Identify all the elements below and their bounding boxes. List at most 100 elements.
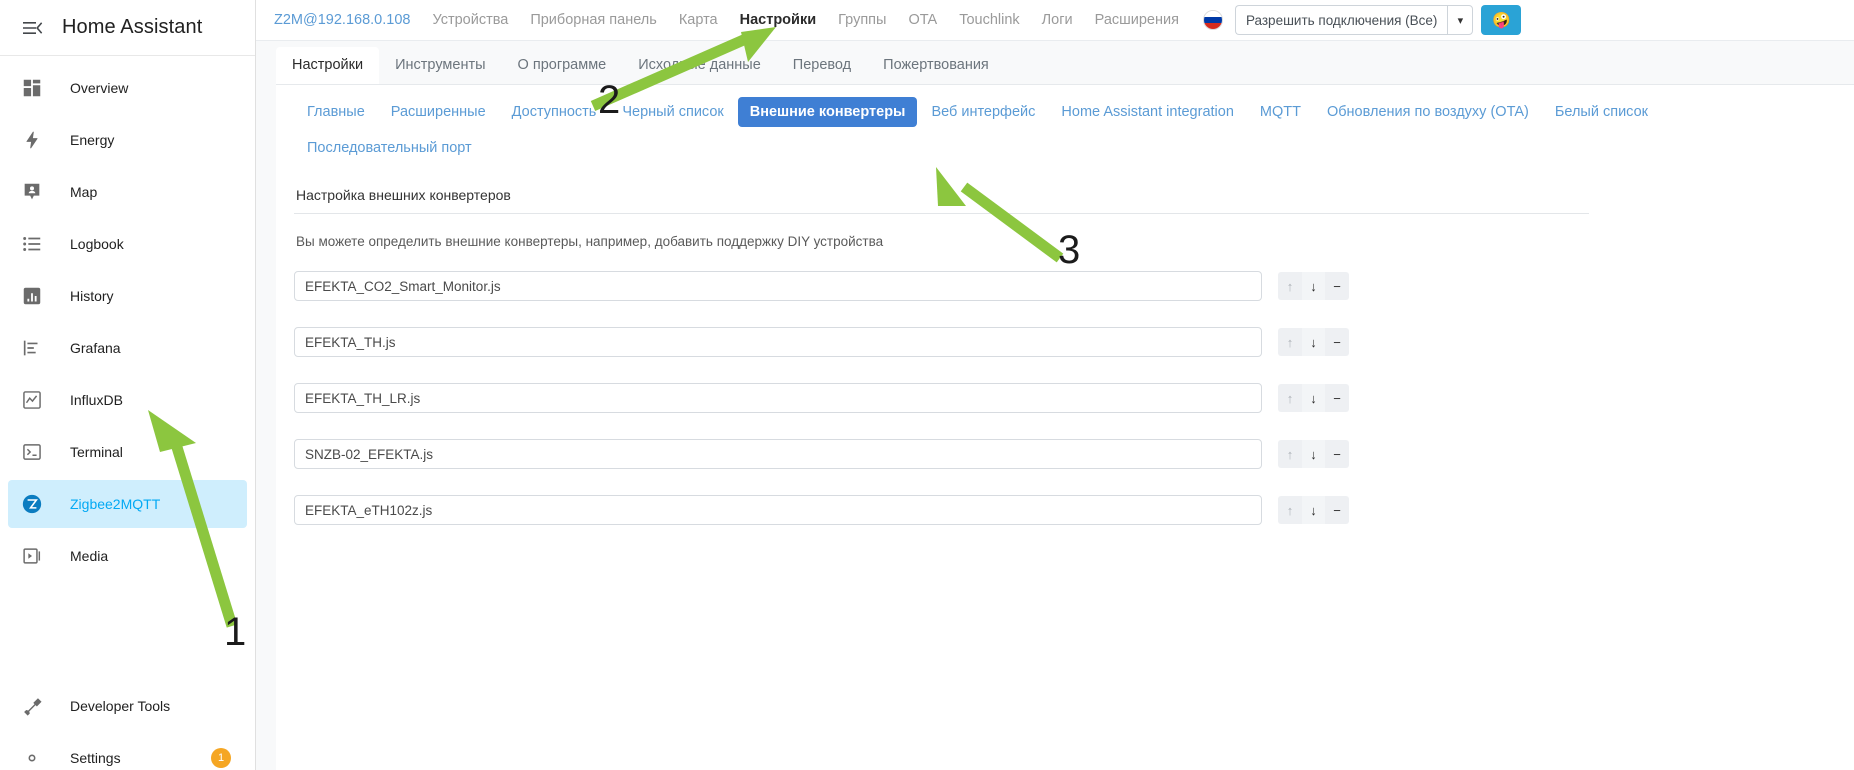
subtab-frontend[interactable]: Веб интерфейс — [919, 97, 1047, 127]
remove-button[interactable]: − — [1325, 272, 1349, 300]
tab-about[interactable]: О программе — [502, 47, 623, 84]
sidebar-item-energy[interactable]: Energy — [8, 116, 247, 164]
nav-link-extensions[interactable]: Расширения — [1095, 12, 1179, 28]
converter-row: SNZB-02_EFEKTA.js ↑ ↓ − — [294, 439, 1836, 469]
nav-link-ota[interactable]: OTA — [908, 12, 937, 28]
subtab-availability[interactable]: Доступность — [500, 97, 609, 127]
sidebar-item-label: Terminal — [70, 444, 123, 460]
converter-input[interactable]: EFEKTA_eTH102z.js — [294, 495, 1262, 525]
view-dashboard-icon — [20, 76, 44, 100]
menu-close-icon[interactable] — [10, 6, 54, 50]
move-down-button[interactable]: ↓ — [1302, 496, 1325, 524]
sidebar-item-media[interactable]: Media — [8, 532, 247, 580]
subtab-blacklist[interactable]: Черный список — [610, 97, 735, 127]
sidebar-nav-list: Overview Energy Map Logbook History Graf… — [0, 56, 255, 770]
converter-row-actions: ↑ ↓ − — [1278, 440, 1349, 468]
primary-tabs: Настройки Инструменты О программе Исходн… — [276, 41, 1854, 85]
subtab-serial-port[interactable]: Последовательный порт — [295, 133, 484, 163]
chart-box-icon — [20, 284, 44, 308]
move-down-button[interactable]: ↓ — [1302, 384, 1325, 412]
sidebar-title: Home Assistant — [62, 16, 203, 38]
permit-join-button[interactable]: Разрешить подключения (Все) — [1234, 5, 1448, 35]
nav-link-settings[interactable]: Настройки — [740, 12, 817, 28]
sidebar-item-grafana[interactable]: Grafana — [8, 324, 247, 372]
chart-timeline-icon — [20, 336, 44, 360]
remove-button[interactable]: − — [1325, 328, 1349, 356]
converter-input[interactable]: EFEKTA_TH_LR.js — [294, 383, 1262, 413]
move-up-button[interactable]: ↑ — [1278, 384, 1302, 412]
sidebar-item-label: Overview — [70, 80, 129, 96]
hammer-wrench-icon — [20, 694, 44, 718]
sidebar-item-developer-tools[interactable]: Developer Tools — [8, 682, 247, 730]
app-root: Home Assistant Overview Energy Map Logbo… — [0, 0, 1854, 770]
tab-donations[interactable]: Пожертвования — [867, 47, 1005, 84]
tab-tools[interactable]: Инструменты — [379, 47, 501, 84]
sidebar-item-map[interactable]: Map — [8, 168, 247, 216]
subtab-mqtt[interactable]: MQTT — [1248, 97, 1313, 127]
sidebar-item-history[interactable]: History — [8, 272, 247, 320]
nav-link-groups[interactable]: Группы — [838, 12, 886, 28]
converter-row: EFEKTA_CO2_Smart_Monitor.js ↑ ↓ − — [294, 271, 1836, 301]
chevron-down-icon[interactable]: ▾ — [1447, 5, 1474, 35]
move-up-button[interactable]: ↑ — [1278, 272, 1302, 300]
russia-flag-icon[interactable] — [1202, 10, 1223, 30]
converter-row-actions: ↑ ↓ − — [1278, 272, 1349, 300]
play-box-icon — [20, 544, 44, 568]
move-down-button[interactable]: ↓ — [1302, 440, 1325, 468]
remove-button[interactable]: − — [1325, 384, 1349, 412]
sidebar: Home Assistant Overview Energy Map Logbo… — [0, 0, 256, 770]
tab-translate[interactable]: Перевод — [777, 47, 867, 84]
page-body: Настройки Инструменты О программе Исходн… — [256, 41, 1854, 770]
sidebar-item-logbook[interactable]: Logbook — [8, 220, 247, 268]
move-up-button[interactable]: ↑ — [1278, 496, 1302, 524]
converter-row: EFEKTA_TH_LR.js ↑ ↓ − — [294, 383, 1836, 413]
converter-row: EFEKTA_eTH102z.js ↑ ↓ − — [294, 495, 1836, 525]
move-down-button[interactable]: ↓ — [1302, 272, 1325, 300]
subtab-external-converters[interactable]: Внешние конвертеры — [737, 97, 918, 127]
tab-settings[interactable]: Настройки — [276, 47, 380, 84]
remove-button[interactable]: − — [1325, 496, 1349, 524]
emoji-button[interactable]: 🤪 — [1481, 5, 1522, 35]
subtab-advanced[interactable]: Расширенные — [379, 97, 498, 127]
external-converters-section: Настройка внешних конвертеров Вы можете … — [276, 169, 1854, 525]
sidebar-item-label: Zigbee2MQTT — [70, 496, 161, 512]
lightning-bolt-icon — [20, 128, 44, 152]
tab-raw-data[interactable]: Исходные данные — [622, 47, 777, 84]
section-title: Настройка внешних конвертеров — [296, 187, 511, 203]
z2m-brand-link[interactable]: Z2M@192.168.0.108 — [274, 12, 410, 28]
nav-link-dashboard[interactable]: Приборная панель — [530, 12, 657, 28]
converter-row: EFEKTA_TH.js ↑ ↓ − — [294, 327, 1836, 357]
converter-row-actions: ↑ ↓ − — [1278, 384, 1349, 412]
sidebar-item-influxdb[interactable]: InfluxDB — [8, 376, 247, 424]
chart-line-icon — [20, 388, 44, 412]
sidebar-item-zigbee2mqtt[interactable]: Zigbee2MQTT — [8, 480, 247, 528]
sidebar-item-overview[interactable]: Overview — [8, 64, 247, 112]
sidebar-item-settings[interactable]: Settings 1 — [8, 734, 247, 770]
nav-link-map[interactable]: Карта — [679, 12, 718, 28]
converter-input[interactable]: SNZB-02_EFEKTA.js — [294, 439, 1262, 469]
status-badge: 1 — [211, 748, 231, 768]
cog-icon — [20, 746, 44, 770]
move-up-button[interactable]: ↑ — [1278, 440, 1302, 468]
nav-link-devices[interactable]: Устройства — [432, 12, 508, 28]
main-content: Z2M@192.168.0.108 Устройства Приборная п… — [256, 0, 1854, 770]
remove-button[interactable]: − — [1325, 440, 1349, 468]
subtab-whitelist[interactable]: Белый список — [1543, 97, 1660, 127]
nav-link-logs[interactable]: Логи — [1042, 12, 1073, 28]
move-down-button[interactable]: ↓ — [1302, 328, 1325, 356]
console-icon — [20, 440, 44, 464]
content-card: Настройки Инструменты О программе Исходн… — [276, 41, 1854, 770]
sidebar-item-terminal[interactable]: Terminal — [8, 428, 247, 476]
subtab-main[interactable]: Главные — [295, 97, 377, 127]
sidebar-item-label: Energy — [70, 132, 115, 148]
converter-row-actions: ↑ ↓ − — [1278, 328, 1349, 356]
converter-input[interactable]: EFEKTA_TH.js — [294, 327, 1262, 357]
subtab-home-assistant-integration[interactable]: Home Assistant integration — [1049, 97, 1245, 127]
converter-input[interactable]: EFEKTA_CO2_Smart_Monitor.js — [294, 271, 1262, 301]
secondary-tabs: Главные Расширенные Доступность Черный с… — [276, 85, 1854, 169]
nav-link-touchlink[interactable]: Touchlink — [959, 12, 1019, 28]
move-up-button[interactable]: ↑ — [1278, 328, 1302, 356]
z2m-navbar: Z2M@192.168.0.108 Устройства Приборная п… — [256, 0, 1854, 41]
subtab-ota[interactable]: Обновления по воздуху (OTA) — [1315, 97, 1541, 127]
permit-join-control: Разрешить подключения (Все) ▾ — [1234, 5, 1474, 35]
